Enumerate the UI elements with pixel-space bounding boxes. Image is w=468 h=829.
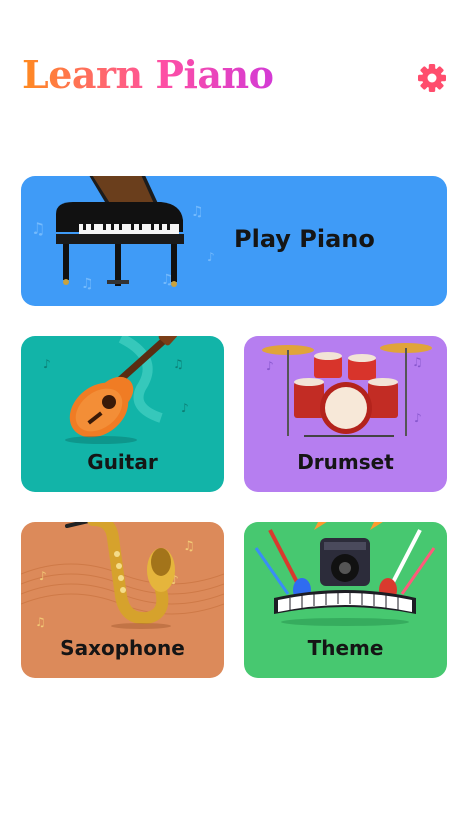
grand-piano-icon xyxy=(56,176,184,287)
svg-text:♪: ♪ xyxy=(207,250,215,264)
svg-text:♫: ♫ xyxy=(35,615,46,629)
saxophone-label: Saxophone xyxy=(60,636,185,660)
theme-card[interactable]: Theme xyxy=(244,522,447,678)
guitar-card[interactable]: ♪ ♫ ♪ Guitar xyxy=(21,336,224,492)
gear-icon xyxy=(418,64,446,92)
svg-text:♫: ♫ xyxy=(183,539,195,554)
play-piano-label: Play Piano xyxy=(234,225,375,253)
drumset-label: Drumset xyxy=(297,450,394,474)
saxophone-card[interactable]: ♪ ♫ ♪ ♫ Saxophone xyxy=(21,522,224,678)
svg-text:♪: ♪ xyxy=(181,401,189,415)
settings-button[interactable] xyxy=(414,60,450,96)
guitar-icon: ♪ ♫ ♪ xyxy=(43,336,189,444)
svg-text:♪: ♪ xyxy=(43,357,51,371)
svg-text:♫: ♫ xyxy=(412,355,423,369)
drumset-icon: ♪ ♫ ♪ xyxy=(262,343,432,437)
svg-text:♪: ♪ xyxy=(266,359,274,373)
guitar-label: Guitar xyxy=(87,450,158,474)
theme-instruments-icon xyxy=(254,522,436,626)
svg-text:♪: ♪ xyxy=(414,411,422,425)
theme-label: Theme xyxy=(307,636,384,660)
play-piano-card[interactable]: ♫ ♫ ♪ ♫ ♫ Play Piano xyxy=(21,176,447,306)
svg-text:♫: ♫ xyxy=(173,357,184,371)
svg-text:♪: ♪ xyxy=(39,569,47,583)
saxophone-icon: ♪ ♫ ♪ ♫ xyxy=(21,522,224,629)
svg-text:♫: ♫ xyxy=(191,204,204,220)
drumset-card[interactable]: ♪ ♫ ♪ Drumset xyxy=(244,336,447,492)
app-title: Learn Piano xyxy=(22,52,274,97)
svg-text:♫: ♫ xyxy=(31,219,45,238)
app-header: Learn Piano xyxy=(0,0,468,130)
